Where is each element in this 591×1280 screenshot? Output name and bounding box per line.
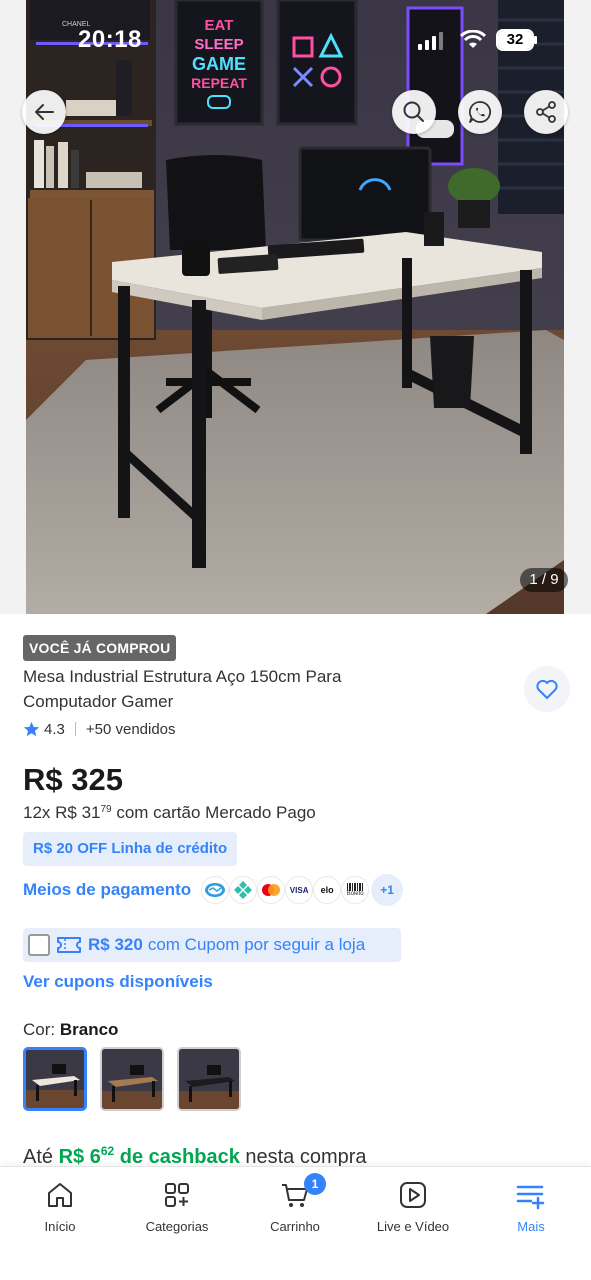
- nav-label-carrinho: Carrinho: [270, 1219, 320, 1234]
- installments-prefix: 12x R$ 31: [23, 803, 101, 822]
- installments-suffix: com cartão Mercado Pago: [111, 803, 316, 822]
- status-bar: 20:18 32: [0, 0, 591, 80]
- nav-label-inicio: Início: [44, 1219, 76, 1234]
- rating-row[interactable]: 4.3 +50 vendidos: [23, 718, 176, 740]
- sold-count: +50 vendidos: [85, 720, 176, 738]
- rating-value: 4.3: [44, 720, 65, 738]
- boleto-label: Boleto: [346, 891, 364, 897]
- installments-text: 12x R$ 3179 com cartão Mercado Pago: [23, 803, 316, 823]
- status-time: 20:18: [78, 26, 142, 53]
- nav-label-mais: Mais: [517, 1219, 545, 1234]
- product-image-gallery[interactable]: CHANEL EAT SLEEP GAME REPEAT 20:18 32 1 …: [0, 0, 591, 614]
- search-button[interactable]: [392, 90, 436, 134]
- cashback-cents: 62: [100, 1144, 115, 1158]
- image-counter: 1 / 9: [520, 568, 568, 592]
- whatsapp-icon: [469, 101, 492, 123]
- color-prefix: Cor:: [23, 1020, 60, 1039]
- nav-item-live-video[interactable]: Live e Vídeo: [354, 1179, 472, 1234]
- mercado-pago-logo-icon: [201, 876, 230, 904]
- nav-item-categorias[interactable]: Categorias: [118, 1179, 236, 1234]
- battery-level: 32: [498, 31, 532, 49]
- coupon-row[interactable]: R$ 320 com Cupom por seguir a loja: [23, 928, 401, 962]
- nav-label-live-video: Live e Vídeo: [376, 1219, 450, 1234]
- payment-methods-link[interactable]: Meios de pagamento: [23, 880, 191, 900]
- back-button[interactable]: [22, 90, 66, 134]
- search-icon: [403, 101, 424, 122]
- boleto-logo-icon: Boleto: [341, 876, 370, 904]
- heart-icon: [536, 679, 558, 699]
- favorite-button[interactable]: [524, 666, 570, 712]
- menu-plus-icon: [516, 1185, 545, 1210]
- more-payment-methods[interactable]: +1: [371, 874, 404, 906]
- product-title: Mesa Industrial Estrutura Aço 150cm Para…: [23, 667, 342, 711]
- coupon-checkbox[interactable]: [28, 934, 50, 956]
- installments-cents: 79: [100, 804, 112, 815]
- nav-item-inicio[interactable]: Início: [1, 1179, 119, 1234]
- bottom-navigation: Início Categorias 1 Carrinho Live e Víde…: [0, 1166, 591, 1280]
- wifi-icon: [460, 30, 486, 48]
- categories-icon: [165, 1183, 189, 1207]
- color-swatch-branco[interactable]: [23, 1047, 87, 1111]
- color-label: Cor: Branco: [23, 1020, 118, 1040]
- cashback-prefix: Até: [23, 1146, 59, 1168]
- color-value: Branco: [59, 1020, 119, 1039]
- elo-logo-icon: elo: [313, 876, 342, 904]
- color-swatch-madeira[interactable]: [100, 1047, 164, 1111]
- star-icon: [23, 721, 40, 736]
- play-icon: [400, 1182, 426, 1208]
- pix-logo-icon: [229, 876, 258, 904]
- signal-icon: [418, 32, 443, 50]
- rating-divider: [74, 722, 76, 736]
- nav-item-mais[interactable]: Mais: [472, 1179, 590, 1234]
- home-icon: [48, 1183, 72, 1207]
- nav-item-carrinho[interactable]: 1 Carrinho: [236, 1173, 354, 1234]
- back-arrow-icon: [35, 104, 54, 120]
- color-swatches: [23, 1047, 254, 1111]
- cashback-suffix: nesta compra: [239, 1146, 367, 1168]
- cashback-label: de cashback: [114, 1146, 240, 1168]
- price: R$ 325: [23, 762, 123, 797]
- nav-label-categorias: Categorias: [145, 1219, 209, 1234]
- whatsapp-button[interactable]: [458, 90, 502, 134]
- share-button[interactable]: [524, 90, 568, 134]
- share-icon: [536, 101, 556, 123]
- visa-logo-icon: VISA: [285, 876, 314, 904]
- coupon-text: com Cupom por seguir a loja: [147, 935, 366, 954]
- already-bought-badge: VOCÊ JÁ COMPROU: [23, 635, 177, 661]
- view-coupons-link[interactable]: Ver cupons disponíveis: [23, 972, 213, 992]
- mastercard-logo-icon: [257, 876, 286, 904]
- color-swatch-preto[interactable]: [177, 1047, 241, 1111]
- payment-methods-row[interactable]: Meios de pagamento VISA elo Boleto +1: [23, 872, 404, 908]
- ticket-icon: [57, 937, 81, 953]
- credit-offer-pill[interactable]: R$ 20 OFF Linha de crédito: [23, 832, 238, 866]
- cashback-amount: R$ 6: [58, 1146, 101, 1168]
- coupon-amount: R$ 320: [88, 935, 143, 954]
- cart-count-badge: 1: [304, 1173, 326, 1195]
